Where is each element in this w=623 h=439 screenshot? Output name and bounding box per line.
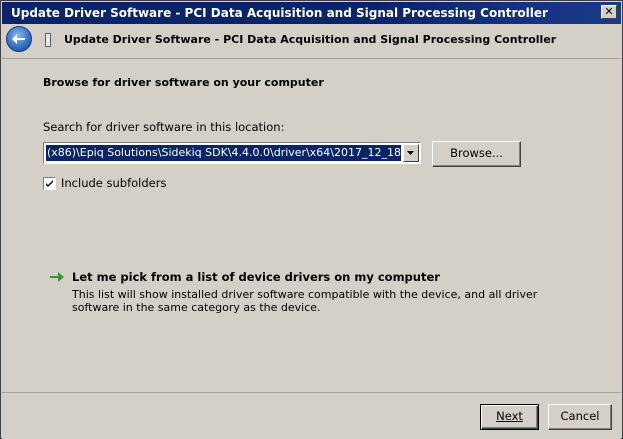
cancel-button[interactable]: Cancel xyxy=(548,404,612,430)
device-icon xyxy=(45,33,51,47)
wizard-heading: Update Driver Software - PCI Data Acquis… xyxy=(64,33,557,46)
location-input[interactable]: iles (x86)\Epiq Solutions\Sidekiq SDK\4.… xyxy=(46,145,401,161)
green-arrow-icon xyxy=(50,272,64,282)
location-value: iles (x86)\Epiq Solutions\Sidekiq SDK\4.… xyxy=(46,146,401,159)
next-button-label: Next xyxy=(496,409,523,423)
back-arrow-icon xyxy=(12,34,25,44)
chevron-down-icon xyxy=(407,151,414,155)
close-icon: ✕ xyxy=(604,5,614,18)
search-location-label: Search for driver software in this locat… xyxy=(43,120,285,134)
include-subfolders-checkbox[interactable] xyxy=(43,177,56,190)
wizard-content: Browse for driver software on your compu… xyxy=(2,58,621,393)
dialog-window: Update Driver Software - PCI Data Acquis… xyxy=(0,0,623,439)
browse-button[interactable]: Browse... xyxy=(432,141,521,167)
back-button[interactable] xyxy=(6,26,32,52)
title-bar[interactable]: Update Driver Software - PCI Data Acquis… xyxy=(2,2,621,24)
next-button[interactable]: Next xyxy=(480,404,539,430)
location-combobox[interactable]: iles (x86)\Epiq Solutions\Sidekiq SDK\4.… xyxy=(43,142,421,164)
wizard-footer: Next Cancel xyxy=(2,392,621,439)
close-button[interactable]: ✕ xyxy=(601,5,617,19)
pick-from-list-description: This list will show installed driver sof… xyxy=(72,288,538,314)
section-title: Browse for driver software on your compu… xyxy=(43,76,324,89)
location-dropdown-button[interactable] xyxy=(403,144,419,162)
window-title: Update Driver Software - PCI Data Acquis… xyxy=(11,6,548,20)
checkmark-icon xyxy=(46,180,53,187)
wizard-header: Update Driver Software - PCI Data Acquis… xyxy=(2,24,621,58)
pick-from-list-link[interactable]: Let me pick from a list of device driver… xyxy=(72,270,440,284)
include-subfolders-label[interactable]: Include subfolders xyxy=(61,176,166,190)
